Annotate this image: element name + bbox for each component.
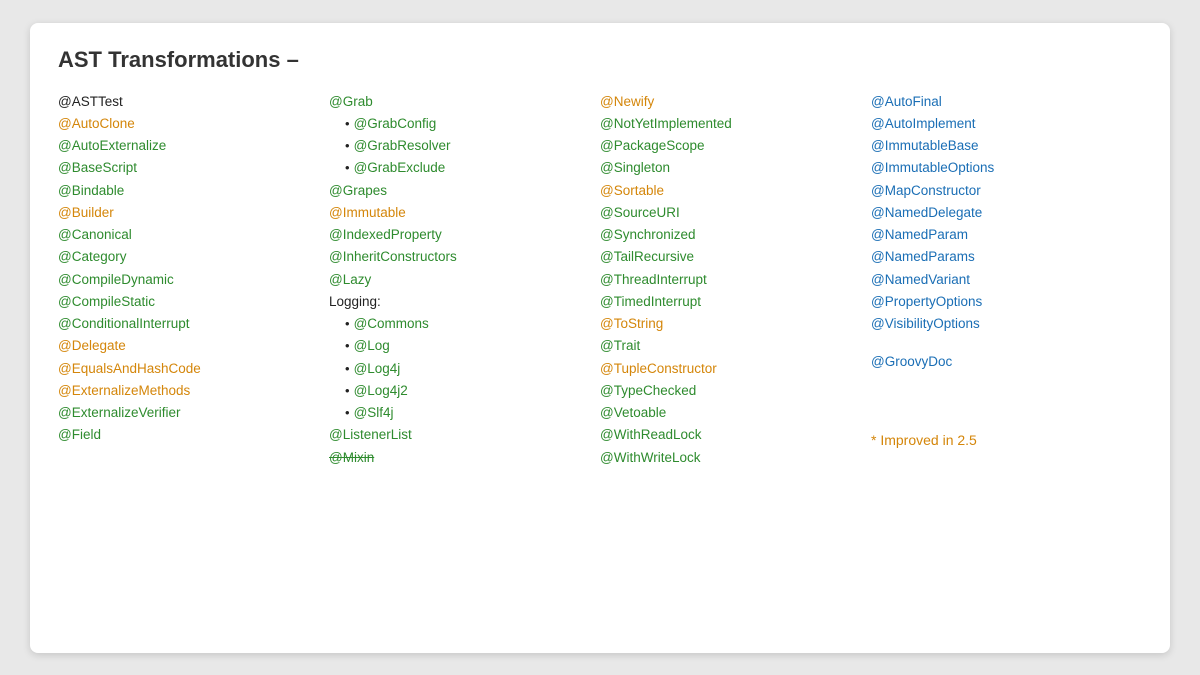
col1-item-12: @EqualsAndHashCode <box>58 358 321 380</box>
col3-item-7: @TailRecursive <box>600 246 863 268</box>
col3-item-16: @WithWriteLock <box>600 447 863 469</box>
col2-item-3: @Grapes <box>329 180 592 202</box>
col3-item-13: @TypeChecked <box>600 380 863 402</box>
col1-item-3: @BaseScript <box>58 157 321 179</box>
col2-item-0: •@GrabConfig <box>329 113 592 135</box>
col1-item-13: @ExternalizeMethods <box>58 380 321 402</box>
col1-item-10: @ConditionalInterrupt <box>58 313 321 335</box>
col1-item-2: @AutoExternalize <box>58 135 321 157</box>
col1-item-6: @Canonical <box>58 224 321 246</box>
col4-item-5: @NamedDelegate <box>871 202 1134 224</box>
col2-item-9: •@Commons <box>329 313 592 335</box>
col4-item-8: @NamedVariant <box>871 269 1134 291</box>
col4-bottom-item-0: @GroovyDoc <box>871 351 1134 373</box>
col3-item-2: @PackageScope <box>600 135 863 157</box>
col2-item-13: •@Slf4j <box>329 402 592 424</box>
column-3: @Newify@NotYetImplemented@PackageScope@S… <box>600 91 871 470</box>
col3-item-10: @ToString <box>600 313 863 335</box>
col2-item-5: @IndexedProperty <box>329 224 592 246</box>
col1-item-5: @Builder <box>58 202 321 224</box>
col1-item-0: @ASTTest <box>58 91 321 113</box>
col4-item-3: @ImmutableOptions <box>871 157 1134 179</box>
main-card: AST Transformations – @ASTTest@AutoClone… <box>30 23 1170 653</box>
col1-item-1: @AutoClone <box>58 113 321 135</box>
col1-item-14: @ExternalizeVerifier <box>58 402 321 424</box>
col2-item-12: •@Log4j2 <box>329 380 592 402</box>
col4-item-4: @MapConstructor <box>871 180 1134 202</box>
col4-item-9: @PropertyOptions <box>871 291 1134 313</box>
col3-item-15: @WithReadLock <box>600 424 863 446</box>
col4-item-6: @NamedParam <box>871 224 1134 246</box>
col2-item-6: @InheritConstructors <box>329 246 592 268</box>
col3-item-14: @Vetoable <box>600 402 863 424</box>
col4-item-2: @ImmutableBase <box>871 135 1134 157</box>
col3-item-12: @TupleConstructor <box>600 358 863 380</box>
improved-note: * Improved in 2.5 <box>871 432 1134 448</box>
col3-item-9: @TimedInterrupt <box>600 291 863 313</box>
column-2: @Grab•@GrabConfig•@GrabResolver•@GrabExc… <box>329 91 600 470</box>
col4-item-1: @AutoImplement <box>871 113 1134 135</box>
col2-item-2: •@GrabExclude <box>329 157 592 179</box>
col4-item-7: @NamedParams <box>871 246 1134 268</box>
col2-item-4: @Immutable <box>329 202 592 224</box>
col2-item-11: •@Log4j <box>329 358 592 380</box>
col1-item-7: @Category <box>58 246 321 268</box>
col3-item-4: @Sortable <box>600 180 863 202</box>
col3-item-5: @SourceURI <box>600 202 863 224</box>
col1-item-15: @Field <box>58 424 321 446</box>
col2-item-10: •@Log <box>329 335 592 357</box>
col3-item-0: @Newify <box>600 91 863 113</box>
col2-item-1: •@GrabResolver <box>329 135 592 157</box>
col2-item-8: Logging: <box>329 291 592 313</box>
col1-item-4: @Bindable <box>58 180 321 202</box>
col2-item-7: @Lazy <box>329 269 592 291</box>
col1-item-11: @Delegate <box>58 335 321 357</box>
col2-header: @Grab <box>329 91 592 113</box>
col2-item-15: @Mixin <box>329 447 592 469</box>
col4-item-0: @AutoFinal <box>871 91 1134 113</box>
col3-item-6: @Synchronized <box>600 224 863 246</box>
col3-item-11: @Trait <box>600 335 863 357</box>
column-1: @ASTTest@AutoClone@AutoExternalize@BaseS… <box>58 91 329 447</box>
title-v24: AST Transformations – <box>58 47 299 72</box>
col1-item-8: @CompileDynamic <box>58 269 321 291</box>
col3-item-3: @Singleton <box>600 157 863 179</box>
content-columns: @ASTTest@AutoClone@AutoExternalize@BaseS… <box>58 91 1142 470</box>
col2-item-14: @ListenerList <box>329 424 592 446</box>
col4-item-10: @VisibilityOptions <box>871 313 1134 335</box>
col3-item-1: @NotYetImplemented <box>600 113 863 135</box>
page-title: AST Transformations – <box>58 47 1142 73</box>
col1-item-9: @CompileStatic <box>58 291 321 313</box>
col3-item-8: @ThreadInterrupt <box>600 269 863 291</box>
column-4: @AutoFinal@AutoImplement@ImmutableBase@I… <box>871 91 1142 448</box>
